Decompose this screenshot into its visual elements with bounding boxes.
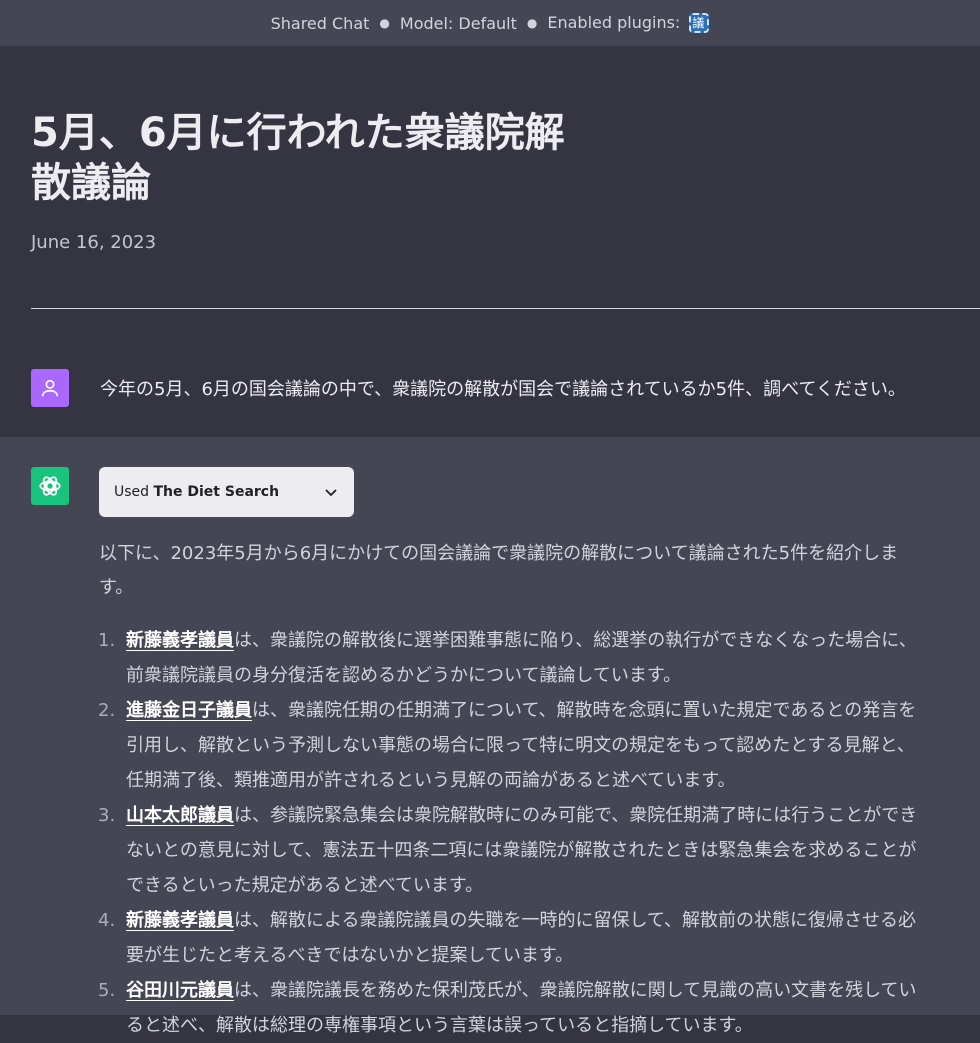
enabled-plugins-text: Enabled plugins: [547,12,681,32]
list-item: 1. 新藤義孝議員は、衆議院の解散後に選挙困難事態に陥り、総選挙の執行ができなくな… [98,623,919,693]
used-plugin-label: Used The Diet Search [114,484,279,500]
list-item-text: は、解散による衆議院議員の失職を一時的に留保して、解散前の状態に復帰させる必要が… [126,910,917,966]
list-number: 2. [98,700,116,721]
list-item-text: は、衆議院の解散後に選挙困難事態に陥り、総選挙の執行ができなくなった場合に、前衆… [126,630,917,686]
list-number: 5. [98,980,116,1001]
conversation-title: 5月、6月に行われた衆議院解散議論 [31,110,565,206]
used-plugin-name: The Diet Search [153,484,280,500]
member-name: 山本太郎議員 [126,805,234,826]
user-message: 今年の5月、6月の国会議論の中で、衆議院の解散が国会で議論されているか5件、調べ… [0,309,980,437]
used-plugin-dropdown[interactable]: Used The Diet Search [99,467,354,517]
assistant-intro: 以下に、2023年5月から6月にかけての国会議論で衆議院の解散について議論された… [99,543,899,598]
separator-dot: ● [379,16,390,30]
user-icon [41,379,59,397]
openai-logo-icon [39,476,61,496]
user-message-text: 今年の5月、6月の国会議論の中で、衆議院の解散が国会で議論されているか5件、調べ… [100,379,906,400]
list-item-text: は、参議院緊急集会は衆院解散時にのみ可能で、衆院任期満了時には行うことができない… [126,805,918,896]
list-item: 2. 進藤金日子議員は、衆議院任期の任期満了について、解散時を念頭に置いた規定であ… [98,693,919,798]
used-prefix: Used [114,484,150,500]
top-bar: Shared Chat ● Model: Default ● Enabled p… [0,0,980,46]
conversation-date: June 16, 2023 [31,232,157,253]
list-number: 3. [98,805,116,826]
assistant-message-body: Used The Diet Search 以下に、2023年5月から6月にかけて… [98,467,919,1043]
result-list: 1. 新藤義孝議員は、衆議院の解散後に選挙困難事態に陥り、総選挙の執行ができなくな… [98,623,919,1043]
user-avatar [31,369,69,407]
assistant-message: Used The Diet Search 以下に、2023年5月から6月にかけて… [0,437,980,1036]
chevron-down-icon [325,489,337,497]
list-number: 1. [98,630,116,651]
member-name: 谷田川元議員 [126,980,234,1001]
list-number: 4. [98,910,116,931]
list-item-text: は、衆議院議長を務めた保利茂氏が、衆議院解散に関して見識の高い文書を残していると… [126,980,917,1036]
separator-dot: ● [526,16,538,30]
enabled-plugins-label: Enabled plugins: [547,12,710,34]
conversation-header: 5月、6月に行われた衆議院解散議論 June 16, 2023 [0,46,980,308]
member-name: 進藤金日子議員 [126,700,252,721]
assistant-avatar [31,467,69,505]
list-item: 3. 山本太郎議員は、参議院緊急集会は衆院解散時にのみ可能で、衆院任期満了時には行… [98,798,919,903]
member-name: 新藤義孝議員 [126,630,234,651]
list-item: 5. 谷田川元議員は、衆議院議長を務めた保利茂氏が、衆議院解散に関して見識の高い文… [98,973,919,1043]
model-label: Model: Default [399,13,517,33]
diet-search-plugin-icon[interactable] [689,13,710,34]
list-item: 4. 新藤義孝議員は、解散による衆議院議員の失職を一時的に留保して、解散前の状態に… [98,903,919,973]
shared-chat-label: Shared Chat [270,13,370,33]
member-name: 新藤義孝議員 [126,910,234,931]
